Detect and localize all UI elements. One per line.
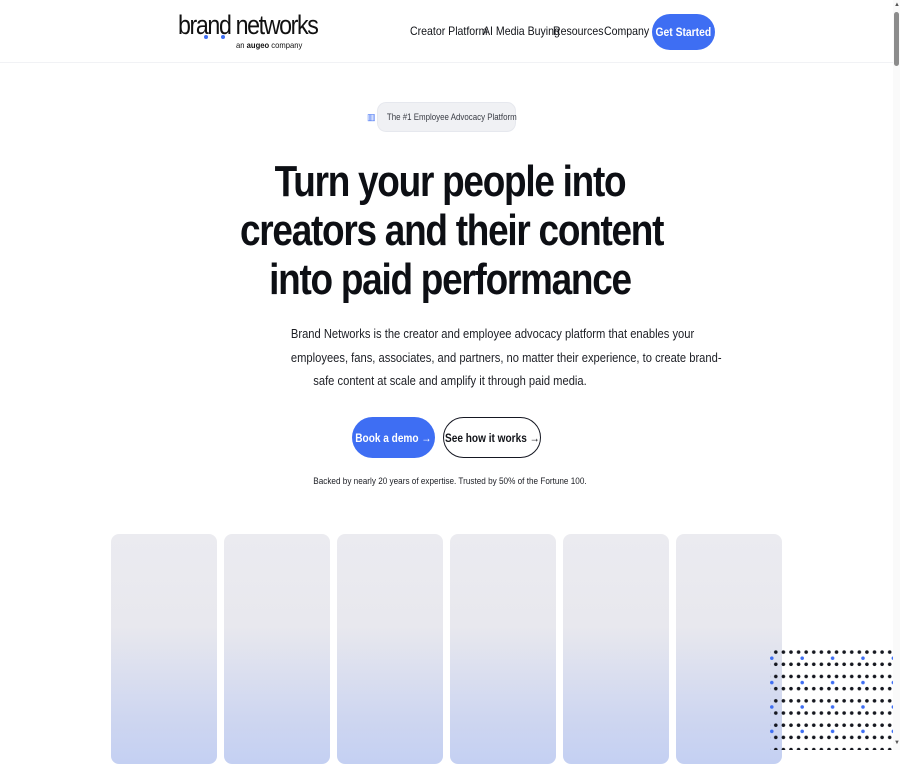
badge-text: The #1 Employee Advocacy Platform — [387, 112, 518, 122]
logo-wordmark: brand networks — [178, 10, 319, 40]
book-demo-button[interactable]: Book a demo → — [352, 417, 435, 458]
creator-card-1 — [111, 534, 217, 764]
nav-ai-media-buying[interactable]: AI Media Buying — [483, 24, 560, 38]
hero-title: Turn your people into creators and their… — [200, 157, 700, 304]
hero-description: Brand Networks is the creator and employ… — [265, 322, 722, 393]
hero-badge: ▥ The #1 Employee Advocacy Platform — [367, 102, 518, 132]
creator-card-2 — [224, 534, 330, 764]
creator-card-4 — [450, 534, 556, 764]
dot-pattern-accent — [770, 646, 894, 750]
scroll-down-arrow-icon[interactable]: ▼ — [894, 740, 900, 746]
see-how-it-works-button[interactable]: See how it works → — [443, 417, 541, 458]
nav-resources[interactable]: Resources — [553, 24, 603, 38]
description-line: employees, fans, associates, and partner… — [290, 349, 722, 365]
book-demo-label: Book a demo → — [355, 430, 432, 445]
creator-card-5 — [563, 534, 669, 764]
brand-networks-logo[interactable]: brand networks an augeo company — [178, 10, 319, 52]
creator-card-6 — [676, 534, 782, 764]
site-header: brand networks an augeo company Creator … — [0, 0, 893, 63]
logo-dot-icon — [204, 35, 208, 39]
scroll-up-arrow-icon[interactable]: ▲ — [894, 2, 900, 8]
hero-title-line: Turn your people into — [274, 157, 627, 206]
description-line: Brand Networks is the creator and employ… — [290, 326, 695, 341]
trust-text: Backed by nearly 20 years of expertise. … — [313, 476, 587, 487]
logo-tagline: an augeo company — [236, 40, 303, 50]
logo-dot-icon — [221, 35, 225, 39]
description-line: safe content at scale and amplify it thr… — [313, 373, 587, 388]
scrollbar-thumb[interactable] — [894, 12, 899, 66]
nav-creator-platform[interactable]: Creator Platform — [410, 24, 487, 38]
hero-title-line: into paid performance — [269, 255, 632, 304]
creator-card-3 — [337, 534, 443, 764]
trust-statement: Backed by nearly 20 years of expertise. … — [250, 476, 650, 487]
building-icon: ▥ — [366, 112, 376, 122]
get-started-label: Get Started — [655, 25, 712, 39]
nav-company[interactable]: Company — [604, 24, 649, 38]
hero-title-line: creators and their content — [240, 206, 664, 255]
see-how-label: See how it works → — [444, 430, 540, 445]
get-started-button[interactable]: Get Started — [652, 14, 715, 50]
scrollbar[interactable] — [893, 0, 900, 750]
